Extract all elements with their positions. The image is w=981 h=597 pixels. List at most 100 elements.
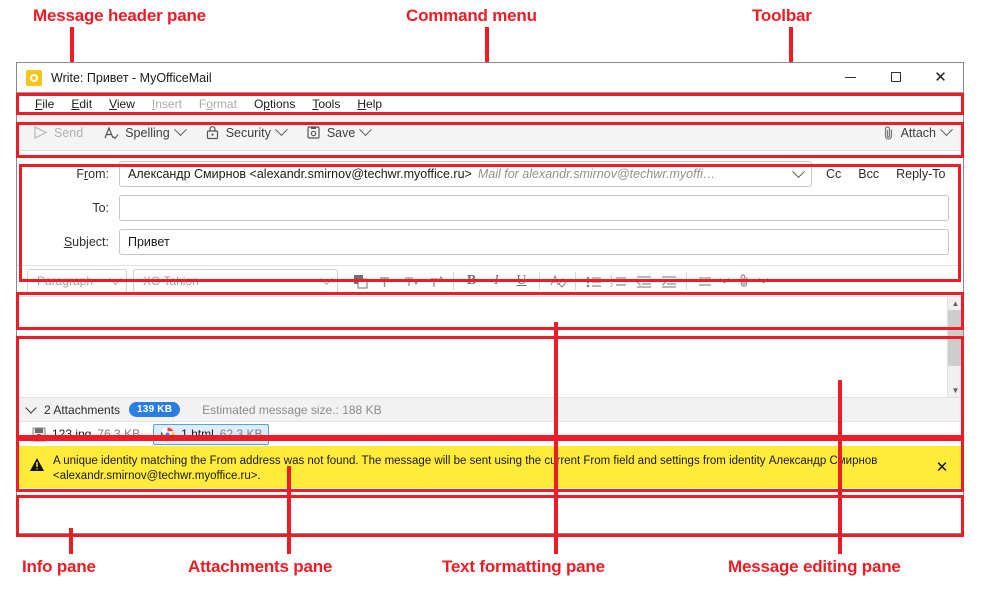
paragraph-style-select[interactable]: Paragraph (27, 269, 127, 293)
annotation-attachments-pane: Attachments pane (188, 557, 333, 576)
spelling-icon (103, 125, 119, 140)
info-close-button[interactable]: ✕ (929, 458, 955, 476)
from-label: From: (76, 167, 109, 181)
attachment-chevron-down-icon[interactable] (756, 269, 770, 293)
font-family-value: XO Tahion (143, 274, 199, 288)
message-editing-pane: ▲ ▼ (17, 297, 963, 398)
leader-attachments-pane (287, 466, 291, 554)
security-label: Security (225, 125, 271, 140)
cc-button[interactable]: Cc (826, 167, 841, 181)
annotation-info-pane: Info pane (22, 557, 96, 576)
bulleted-list-icon[interactable] (581, 269, 606, 293)
scroll-up-arrow-icon[interactable]: ▲ (952, 297, 960, 310)
menu-item-insert: Insert (151, 97, 182, 111)
menu-label-view: iew (116, 97, 135, 111)
security-button[interactable]: Security (205, 123, 288, 140)
to-input[interactable] (119, 195, 949, 221)
main-toolbar: Send Spelling Security Save Attach (17, 115, 963, 151)
from-address-value: Александр Смирнов <alexandr.smirnov@tech… (128, 167, 472, 181)
annotation-command-menu: Command menu (406, 6, 537, 25)
chrome-browser-icon (160, 427, 175, 442)
format-divider-3 (575, 272, 576, 290)
reply-to-button[interactable]: Reply-To (896, 167, 945, 181)
security-chevron-down-icon[interactable] (274, 123, 288, 137)
message-body-editor[interactable] (17, 297, 947, 397)
attachments-header[interactable]: 2 Attachments 139 KB Estimated message s… (17, 398, 963, 422)
menu-item-options[interactable]: Options (254, 97, 295, 111)
from-chevron-down-icon[interactable] (785, 164, 811, 179)
uppercase-text-icon[interactable] (423, 269, 448, 293)
leader-text-formatting-pane (554, 322, 558, 554)
menu-label-options: tions (269, 97, 296, 111)
send-icon (33, 126, 48, 139)
format-divider-4 (686, 272, 687, 290)
estimated-message-size: Estimated message size.: 188 KB (202, 402, 382, 417)
attach-button[interactable]: Attach (882, 123, 953, 141)
save-disk-icon (306, 125, 321, 140)
spelling-chevron-down-icon[interactable] (173, 123, 187, 137)
menu-item-format: Format (198, 97, 237, 111)
format-divider-2 (539, 272, 540, 290)
maximize-button[interactable] (873, 63, 918, 92)
menu-item-tools[interactable]: Tools (312, 97, 340, 111)
paragraph-style-chevron-down-icon[interactable] (109, 271, 122, 285)
minimize-button[interactable] (828, 63, 873, 92)
window-title: Write: Привет - MyOfficeMail (51, 70, 212, 85)
font-family-chevron-down-icon[interactable] (320, 271, 333, 285)
decrease-font-size-icon[interactable] (398, 269, 423, 293)
spelling-button[interactable]: Spelling (103, 123, 187, 140)
italic-button[interactable]: I (484, 269, 509, 293)
paragraph-style-value: Paragraph (37, 274, 94, 288)
attach-chevron-down-icon[interactable] (940, 123, 953, 137)
menu-item-view[interactable]: View (109, 97, 135, 111)
subject-input[interactable]: Привет (119, 229, 949, 255)
scroll-down-arrow-icon[interactable]: ▼ (952, 384, 960, 397)
alignment-chevron-down-icon[interactable] (717, 269, 731, 293)
scrollbar-thumb[interactable] (948, 310, 963, 366)
info-pane: A unique identity matching the From addr… (17, 446, 963, 488)
mail-app-icon (26, 69, 42, 86)
save-label: Save (326, 125, 356, 140)
remove-formatting-icon[interactable] (545, 269, 570, 293)
increase-font-size-icon[interactable] (373, 269, 398, 293)
info-message: A unique identity matching the From addr… (53, 455, 878, 482)
save-chevron-down-icon[interactable] (359, 123, 373, 137)
menu-label-tools: ools (318, 97, 341, 111)
subject-row: Subject: Привет (31, 229, 949, 255)
menu-label-insert: nsert (155, 97, 182, 111)
bcc-button[interactable]: Bcc (858, 167, 879, 181)
attachments-chevron-down-icon[interactable] (25, 402, 37, 414)
attachment-name: 123.jpg (52, 427, 92, 441)
underline-button[interactable]: U (509, 269, 534, 293)
attachment-item-1-html[interactable]: 1.html 62,3 KB (153, 423, 270, 445)
message-body-scrollbar[interactable]: ▲ ▼ (947, 297, 963, 397)
text-color-swatch-icon[interactable] (348, 269, 373, 293)
window-controls: ✕ (828, 63, 963, 93)
command-menu: File Edit View Insert Format Options Too… (17, 93, 963, 115)
menu-item-help[interactable]: Help (357, 97, 382, 111)
bold-button[interactable]: B (459, 269, 484, 293)
save-button[interactable]: Save (306, 123, 373, 140)
increase-indent-icon[interactable] (656, 269, 681, 293)
attachment-item-123-jpg[interactable]: 123.jpg 76,3 KB (25, 424, 147, 445)
decrease-indent-icon[interactable] (631, 269, 656, 293)
from-identity-hint: Mail for alexandr.smirnov@techwr.myoffi… (477, 167, 716, 181)
alignment-icon[interactable] (692, 269, 717, 293)
svg-text:2: 2 (610, 283, 613, 289)
to-label: To: (92, 201, 109, 215)
annotation-message-editing-pane: Message editing pane (728, 557, 901, 576)
security-lock-icon (205, 125, 220, 140)
numbered-list-icon[interactable]: 12 (606, 269, 631, 293)
menu-item-file[interactable]: File (35, 97, 54, 111)
annotation-message-header-pane: Message header pane (33, 6, 206, 25)
close-button[interactable]: ✕ (918, 63, 963, 92)
font-family-select[interactable]: XO Tahion (133, 269, 338, 293)
menu-label-help: elp (366, 97, 383, 111)
menu-item-edit[interactable]: Edit (71, 97, 92, 111)
from-combobox[interactable]: Александр Смирнов <alexandr.smirnov@tech… (119, 161, 812, 187)
insert-attachment-icon[interactable] (731, 269, 756, 293)
svg-text:1: 1 (610, 276, 613, 282)
subject-label: Subject: (63, 235, 109, 249)
send-button[interactable]: Send (33, 126, 83, 140)
menu-label-format: rmat (212, 97, 237, 111)
